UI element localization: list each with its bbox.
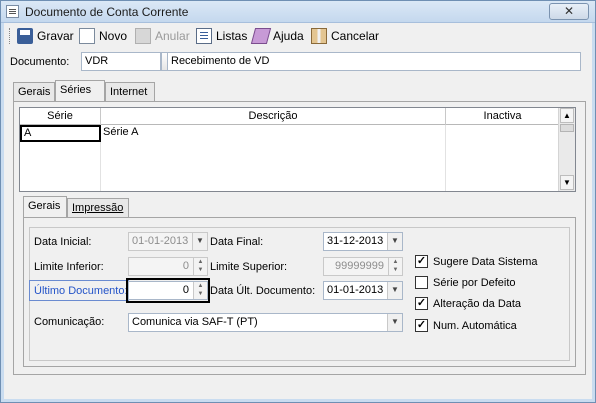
new-label: Novo bbox=[99, 29, 128, 43]
tab-general-label: Gerais bbox=[18, 86, 51, 98]
new-document-icon bbox=[79, 28, 95, 44]
lists-label: Listas bbox=[216, 29, 248, 43]
void-label: Anular bbox=[155, 29, 190, 43]
date-change-checkbox[interactable]: ✓ Alteração da Data bbox=[415, 297, 521, 310]
chevron-down-icon[interactable]: ▼ bbox=[192, 233, 207, 250]
upper-limit-label: Limite Superior: bbox=[210, 261, 288, 273]
void-button[interactable]: Anular bbox=[135, 27, 190, 45]
tab-series[interactable]: Séries bbox=[55, 80, 105, 101]
toolbar-grip bbox=[9, 28, 12, 44]
table-cell-inactiva[interactable] bbox=[446, 125, 560, 141]
subtab-general[interactable]: Gerais bbox=[23, 196, 67, 217]
grid-scrollbar[interactable]: ▲ ▼ bbox=[558, 108, 575, 191]
tab-internet-label: Internet bbox=[110, 86, 148, 98]
lower-limit-value: 0 bbox=[182, 260, 189, 272]
document-window: Documento de Conta Corrente ✕ Gravar Nov… bbox=[0, 0, 596, 403]
end-date-field[interactable]: 31-12-2013 ▼ bbox=[323, 232, 403, 251]
suggest-system-date-label: Sugere Data Sistema bbox=[433, 255, 538, 268]
help-book-icon bbox=[250, 28, 272, 44]
title-bar: Documento de Conta Corrente ✕ bbox=[1, 1, 595, 23]
date-change-label: Alteração da Data bbox=[433, 297, 522, 310]
column-header-descricao[interactable]: Descrição bbox=[101, 108, 446, 125]
void-document-icon bbox=[135, 28, 151, 44]
floppy-disk-icon bbox=[17, 28, 33, 44]
upper-limit-field[interactable]: 99999999 ▲ ▼ bbox=[323, 257, 403, 276]
table-cell-serie[interactable]: A bbox=[20, 125, 101, 142]
upper-limit-value: 99999999 bbox=[335, 260, 384, 272]
checkbox-checked-icon: ✓ bbox=[415, 319, 428, 332]
document-description-input[interactable]: Recebimento de VD bbox=[167, 52, 581, 71]
subtab-general-label: Gerais bbox=[28, 200, 61, 212]
auto-number-label: Num. Automática bbox=[433, 319, 517, 332]
start-date-field[interactable]: 01-01-2013 ▼ bbox=[128, 232, 208, 251]
lower-limit-label: Limite Inferior: bbox=[34, 261, 104, 273]
binoculars-icon bbox=[311, 28, 327, 44]
checkbox-unchecked-icon bbox=[415, 276, 428, 289]
default-series-checkbox[interactable]: Série por Defeito bbox=[415, 276, 516, 289]
help-button[interactable]: Ajuda bbox=[250, 27, 304, 45]
communication-value: Comunica via SAF-T (PT) bbox=[132, 316, 258, 328]
sub-tabs: Gerais Impressão bbox=[23, 196, 583, 219]
window-title: Documento de Conta Corrente bbox=[25, 5, 189, 19]
toolbar: Gravar Novo Anular Listas Ajuda Cancelar bbox=[9, 25, 589, 47]
cancel-button[interactable]: Cancelar bbox=[311, 27, 379, 45]
document-icon bbox=[6, 5, 19, 18]
chevron-down-icon[interactable]: ▼ bbox=[387, 314, 402, 331]
document-code-input[interactable]: VDR bbox=[81, 52, 161, 71]
communication-select[interactable]: Comunica via SAF-T (PT) ▼ bbox=[128, 313, 403, 332]
chevron-down-icon[interactable]: ▼ bbox=[387, 282, 402, 299]
start-date-value: 01-01-2013 bbox=[132, 235, 189, 247]
table-cell-descricao[interactable]: Série A bbox=[101, 125, 446, 141]
last-document-date-field[interactable]: 01-01-2013 ▼ bbox=[323, 281, 403, 300]
tab-general[interactable]: Gerais bbox=[13, 82, 55, 101]
checkbox-checked-icon: ✓ bbox=[415, 255, 428, 268]
save-button[interactable]: Gravar bbox=[17, 27, 74, 45]
spinner-icon[interactable]: ▲ ▼ bbox=[193, 258, 207, 275]
focus-outline bbox=[29, 280, 129, 301]
default-series-label: Série por Defeito bbox=[433, 276, 516, 289]
cancel-label: Cancelar bbox=[331, 29, 380, 43]
list-icon bbox=[196, 28, 212, 44]
auto-number-checkbox[interactable]: ✓ Num. Automática bbox=[415, 319, 517, 332]
checkbox-checked-icon: ✓ bbox=[415, 297, 428, 310]
document-label: Documento: bbox=[10, 56, 70, 68]
last-document-date-value: 01-01-2013 bbox=[327, 284, 384, 296]
subtab-print-label: Impressão bbox=[72, 202, 124, 214]
main-tabs: Gerais Séries Internet bbox=[13, 80, 593, 103]
new-button[interactable]: Novo bbox=[79, 27, 127, 45]
communication-label: Comunicação: bbox=[34, 316, 105, 328]
scroll-up-icon[interactable]: ▲ bbox=[560, 108, 574, 123]
scroll-down-icon[interactable]: ▼ bbox=[560, 175, 574, 190]
spinner-icon[interactable]: ▲ ▼ bbox=[388, 258, 402, 275]
tab-series-label: Séries bbox=[60, 84, 92, 96]
end-date-label: Data Final: bbox=[210, 236, 264, 248]
end-date-value: 31-12-2013 bbox=[327, 235, 384, 247]
grid-header: Série Descrição Inactiva bbox=[20, 108, 560, 125]
column-header-inactiva[interactable]: Inactiva bbox=[446, 108, 560, 125]
lists-button[interactable]: Listas bbox=[196, 27, 247, 45]
close-button[interactable]: ✕ bbox=[549, 3, 589, 20]
subtab-print[interactable]: Impressão bbox=[67, 198, 129, 217]
scroll-thumb[interactable] bbox=[560, 124, 574, 132]
active-field-highlight bbox=[126, 278, 210, 303]
save-label: Gravar bbox=[37, 29, 74, 43]
suggest-system-date-checkbox[interactable]: ✓ Sugere Data Sistema bbox=[415, 255, 538, 268]
help-label: Ajuda bbox=[273, 29, 304, 43]
tab-internet[interactable]: Internet bbox=[105, 82, 155, 101]
series-grid[interactable]: Série Descrição Inactiva A Série A ▲ ▼ bbox=[19, 107, 576, 192]
chevron-down-icon[interactable]: ▼ bbox=[387, 233, 402, 250]
lower-limit-field[interactable]: 0 ▲ ▼ bbox=[128, 257, 208, 276]
last-document-date-label: Data Últ. Documento: bbox=[210, 285, 316, 297]
start-date-label: Data Inicial: bbox=[34, 236, 92, 248]
column-header-serie[interactable]: Série bbox=[20, 108, 101, 125]
